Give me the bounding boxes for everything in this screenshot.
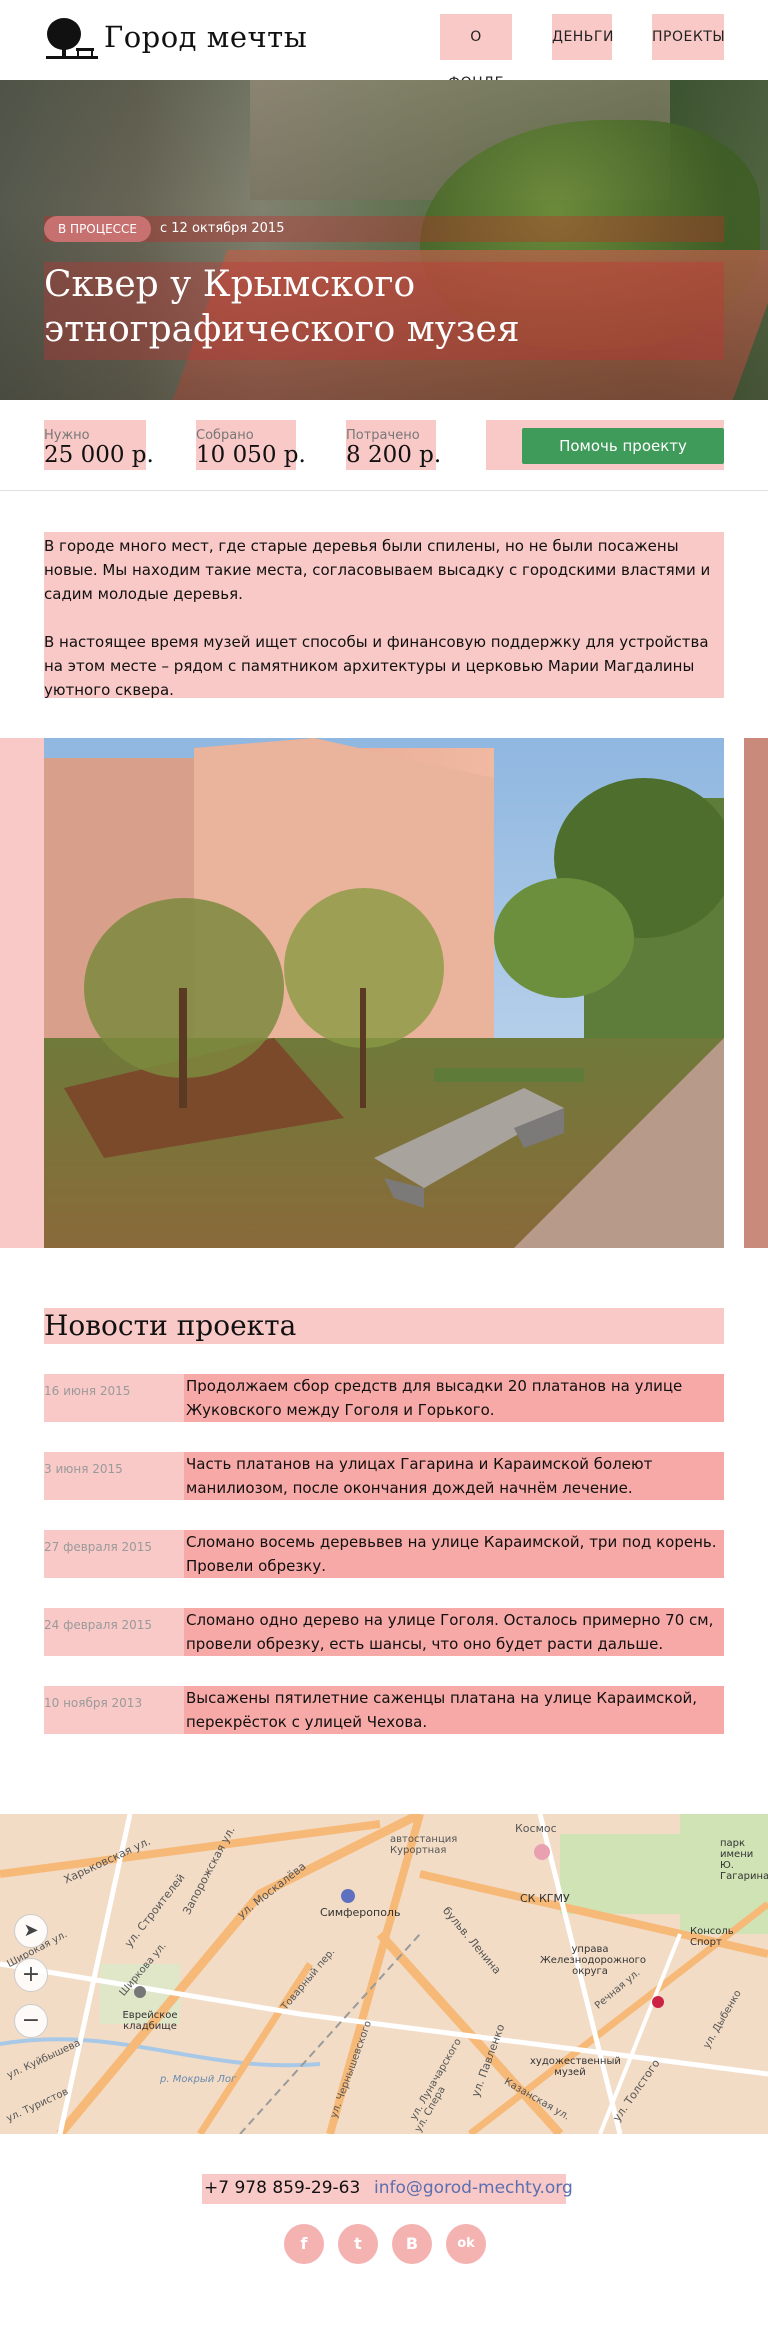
- news-heading: Новости проекта: [44, 1308, 724, 1344]
- map-label: управа Железнодорожного округа: [540, 1944, 646, 1977]
- news-item[interactable]: Высажены пятилетние саженцы платана на у…: [184, 1686, 724, 1734]
- hero-date: с 12 октября 2015: [160, 221, 285, 236]
- nav-projects[interactable]: ПРОЕКТЫ: [652, 14, 725, 60]
- page-title: Сквер у Крымского этнографического музея: [44, 262, 724, 360]
- site-header: Город мечты О ФОНДЕ ДЕНЬГИ ПРОЕКТЫ: [0, 0, 768, 91]
- map-zoom-out-button[interactable]: −: [14, 2004, 48, 2038]
- map-label: Космос: [515, 1822, 557, 1835]
- help-project-button[interactable]: Помочь проекту: [522, 428, 724, 464]
- stat-collected-label: Собрано: [196, 428, 254, 443]
- section-divider: [0, 490, 768, 491]
- stat-needed-value: 25 000 р.: [44, 442, 154, 468]
- stat-spent-label: Потрачено: [346, 428, 420, 443]
- footer-phone[interactable]: +7 978 859-29-63: [204, 2178, 360, 2198]
- page-title-line-1: Сквер у Крымского: [44, 264, 416, 305]
- news-item[interactable]: Продолжаем сбор средств для высадки 20 п…: [184, 1374, 724, 1422]
- map-label: р. Мокрый Лог: [160, 2074, 237, 2085]
- news-item[interactable]: Сломано восемь деревьвев на улице Караим…: [184, 1530, 724, 1578]
- stat-collected-value: 10 050 р.: [196, 442, 306, 468]
- site-logo-text[interactable]: Город мечты: [104, 20, 307, 54]
- project-photo: [44, 738, 724, 1248]
- page-title-line-2: этнографического музея: [44, 309, 520, 350]
- news-date: 10 ноября 2013: [44, 1696, 143, 1710]
- vkontakte-icon[interactable]: B: [392, 2224, 432, 2264]
- odnoklassniki-icon[interactable]: ok: [446, 2224, 486, 2264]
- map-zoom-in-button[interactable]: +: [14, 1958, 48, 1992]
- news-date: 27 февраля 2015: [44, 1540, 153, 1554]
- map-label: Консоль Спорт: [690, 1926, 734, 1948]
- stat-spent-value: 8 200 р.: [346, 442, 442, 468]
- nav-about[interactable]: О ФОНДЕ: [440, 14, 512, 91]
- stat-needed-label: Нужно: [44, 428, 90, 443]
- map-locate-button[interactable]: ➤: [14, 1914, 48, 1948]
- tree-logo-icon[interactable]: [44, 16, 100, 62]
- news-date: 16 июня 2015: [44, 1384, 131, 1398]
- map-label: СК КГМУ: [520, 1892, 570, 1905]
- map-label: Еврейское кладбище: [122, 2010, 178, 2032]
- gallery-next-strip[interactable]: [744, 738, 768, 1248]
- news-item[interactable]: Сломано одно дерево на улице Гоголя. Ост…: [184, 1608, 724, 1656]
- map-label: автостанция Курортная: [390, 1834, 458, 1856]
- twitter-icon[interactable]: t: [338, 2224, 378, 2264]
- news-date: 24 февраля 2015: [44, 1618, 153, 1632]
- map-label: Симферополь: [320, 1906, 401, 1919]
- description-paragraph-2: В настоящее время музей ищет способы и ф…: [44, 633, 709, 699]
- facebook-icon[interactable]: f: [284, 2224, 324, 2264]
- city-map[interactable]: Харьковская ул. ул. Строителей Запорожск…: [0, 1814, 768, 2134]
- description-paragraph-1: В городе много мест, где старые деревья …: [44, 537, 711, 603]
- footer-email-link[interactable]: info@gorod-mechty.org: [374, 2178, 573, 2198]
- map-label: художественный музей: [530, 2056, 621, 2078]
- project-description: В городе много мест, где старые деревья …: [44, 532, 724, 699]
- news-date: 3 июня 2015: [44, 1462, 123, 1476]
- news-item[interactable]: Часть платанов на улицах Гагарина и Кара…: [184, 1452, 724, 1500]
- map-label: парк имени Ю. Гагарина: [720, 1838, 768, 1882]
- status-badge: В ПРОЦЕССЕ: [44, 216, 151, 242]
- gallery-prev-strip[interactable]: [0, 738, 44, 1248]
- nav-money[interactable]: ДЕНЬГИ: [552, 14, 613, 60]
